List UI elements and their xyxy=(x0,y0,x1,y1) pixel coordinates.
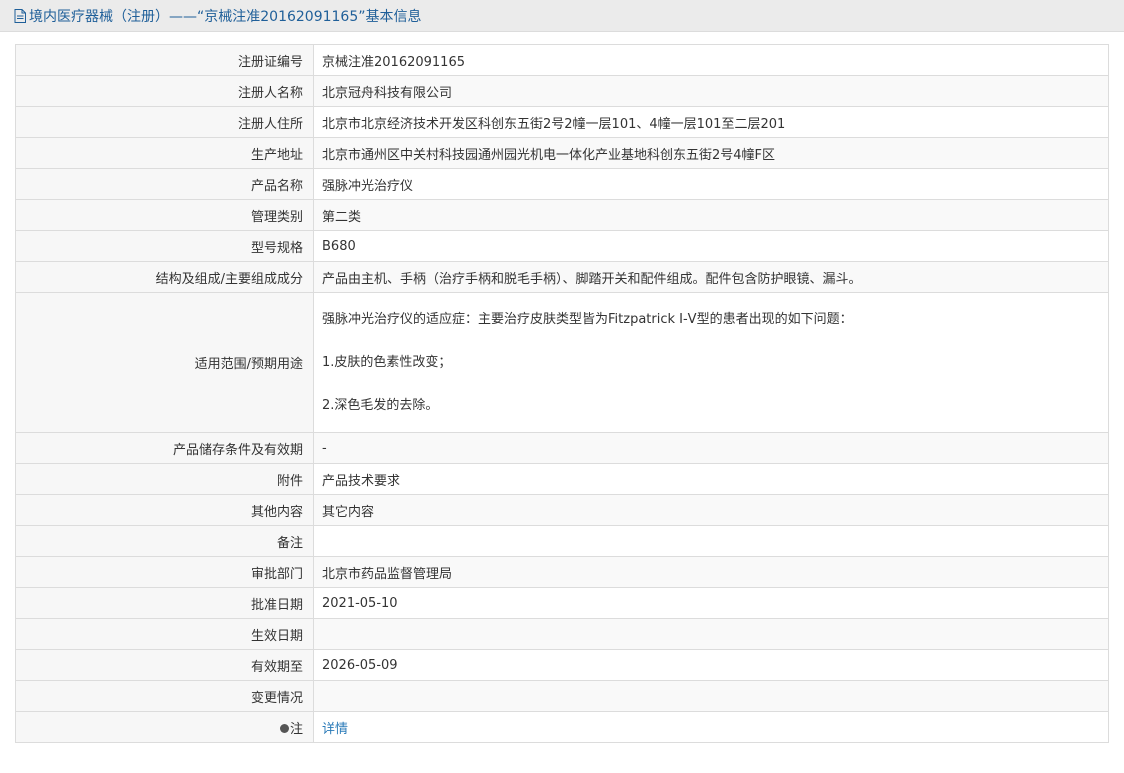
field-label: 有效期至 xyxy=(15,649,314,681)
field-label: 附件 xyxy=(15,463,314,495)
page-title: 境内医疗器械（注册）——“京械注准20162091165”基本信息 xyxy=(29,8,422,25)
info-table: 注册证编号 京械注准20162091165 注册人名称 北京冠舟科技有限公司 注… xyxy=(15,44,1109,743)
field-label: 其他内容 xyxy=(15,494,314,526)
note-label: 注 xyxy=(289,721,303,737)
field-label: 生效日期 xyxy=(15,618,314,650)
field-value: 北京市药品监督管理局 xyxy=(313,556,1109,588)
scope-line: 2.深色毛发的去除。 xyxy=(322,397,439,413)
table-row: 有效期至 2026-05-09 xyxy=(15,649,1109,681)
table-row: 注册人住所 北京市北京经济技术开发区科创东五街2号2幢一层101、4幢一层101… xyxy=(15,106,1109,138)
field-label: 生产地址 xyxy=(15,137,314,169)
pin-icon xyxy=(279,723,289,733)
field-label: 结构及组成/主要组成成分 xyxy=(15,261,314,293)
table-row: 产品储存条件及有效期 - xyxy=(15,432,1109,464)
field-value: 2026-05-09 xyxy=(313,649,1109,681)
table-row: 生产地址 北京市通州区中关村科技园通州园光机电一体化产业基地科创东五街2号4幢F… xyxy=(15,137,1109,169)
table-row: 管理类别 第二类 xyxy=(15,199,1109,231)
field-value: 北京市通州区中关村科技园通州园光机电一体化产业基地科创东五街2号4幢F区 xyxy=(313,137,1109,169)
table-row: 附件 产品技术要求 xyxy=(15,463,1109,495)
field-value: 北京冠舟科技有限公司 xyxy=(313,75,1109,107)
field-value: - xyxy=(313,432,1109,464)
field-value: 京械注准20162091165 xyxy=(313,44,1109,76)
note-label-cell: 注 xyxy=(15,711,314,743)
field-value: 2021-05-10 xyxy=(313,587,1109,619)
field-value: B680 xyxy=(313,230,1109,262)
field-value xyxy=(313,618,1109,650)
field-label: 备注 xyxy=(15,525,314,557)
table-row: 注册证编号 京械注准20162091165 xyxy=(15,44,1109,76)
field-label: 批准日期 xyxy=(15,587,314,619)
table-row: 结构及组成/主要组成成分 产品由主机、手柄（治疗手柄和脱毛手柄）、脚踏开关和配件… xyxy=(15,261,1109,293)
table-row: 产品名称 强脉冲光治疗仪 xyxy=(15,168,1109,200)
table-row-note: 注 详情 xyxy=(15,711,1109,743)
field-label: 注册证编号 xyxy=(15,44,314,76)
field-label: 审批部门 xyxy=(15,556,314,588)
field-value: 产品由主机、手柄（治疗手柄和脱毛手柄）、脚踏开关和配件组成。配件包含防护眼镜、漏… xyxy=(313,261,1109,293)
scope-line: 强脉冲光治疗仪的适应症：主要治疗皮肤类型皆为Fitzpatrick Ⅰ-Ⅴ型的患… xyxy=(322,311,853,327)
scope-value: 强脉冲光治疗仪的适应症：主要治疗皮肤类型皆为Fitzpatrick Ⅰ-Ⅴ型的患… xyxy=(313,292,1109,433)
field-label: 管理类别 xyxy=(15,199,314,231)
document-icon xyxy=(14,8,26,23)
field-label: 变更情况 xyxy=(15,680,314,712)
table-row: 变更情况 xyxy=(15,680,1109,712)
field-label: 适用范围/预期用途 xyxy=(15,292,314,433)
field-label: 型号规格 xyxy=(15,230,314,262)
field-label: 注册人住所 xyxy=(15,106,314,138)
table-row: 审批部门 北京市药品监督管理局 xyxy=(15,556,1109,588)
field-value: 产品技术要求 xyxy=(313,463,1109,495)
table-row: 生效日期 xyxy=(15,618,1109,650)
field-label: 注册人名称 xyxy=(15,75,314,107)
page-header: 境内医疗器械（注册）——“京械注准20162091165”基本信息 xyxy=(0,0,1124,32)
table-row: 其他内容 其它内容 xyxy=(15,494,1109,526)
field-value: 其它内容 xyxy=(313,494,1109,526)
field-value xyxy=(313,680,1109,712)
table-row: 型号规格 B680 xyxy=(15,230,1109,262)
field-value xyxy=(313,525,1109,557)
note-value-cell: 详情 xyxy=(313,711,1109,743)
info-table-wrapper: 注册证编号 京械注准20162091165 注册人名称 北京冠舟科技有限公司 注… xyxy=(15,44,1109,743)
scope-line: 1.皮肤的色素性改变； xyxy=(322,354,452,370)
table-row: 批准日期 2021-05-10 xyxy=(15,587,1109,619)
details-link[interactable]: 详情 xyxy=(322,722,348,737)
field-value: 强脉冲光治疗仪 xyxy=(313,168,1109,200)
field-label: 产品储存条件及有效期 xyxy=(15,432,314,464)
table-row: 备注 xyxy=(15,525,1109,557)
table-row-scope: 适用范围/预期用途 强脉冲光治疗仪的适应症：主要治疗皮肤类型皆为Fitzpatr… xyxy=(15,292,1109,433)
field-value: 第二类 xyxy=(313,199,1109,231)
field-value: 北京市北京经济技术开发区科创东五街2号2幢一层101、4幢一层101至二层201 xyxy=(313,106,1109,138)
table-row: 注册人名称 北京冠舟科技有限公司 xyxy=(15,75,1109,107)
field-label: 产品名称 xyxy=(15,168,314,200)
